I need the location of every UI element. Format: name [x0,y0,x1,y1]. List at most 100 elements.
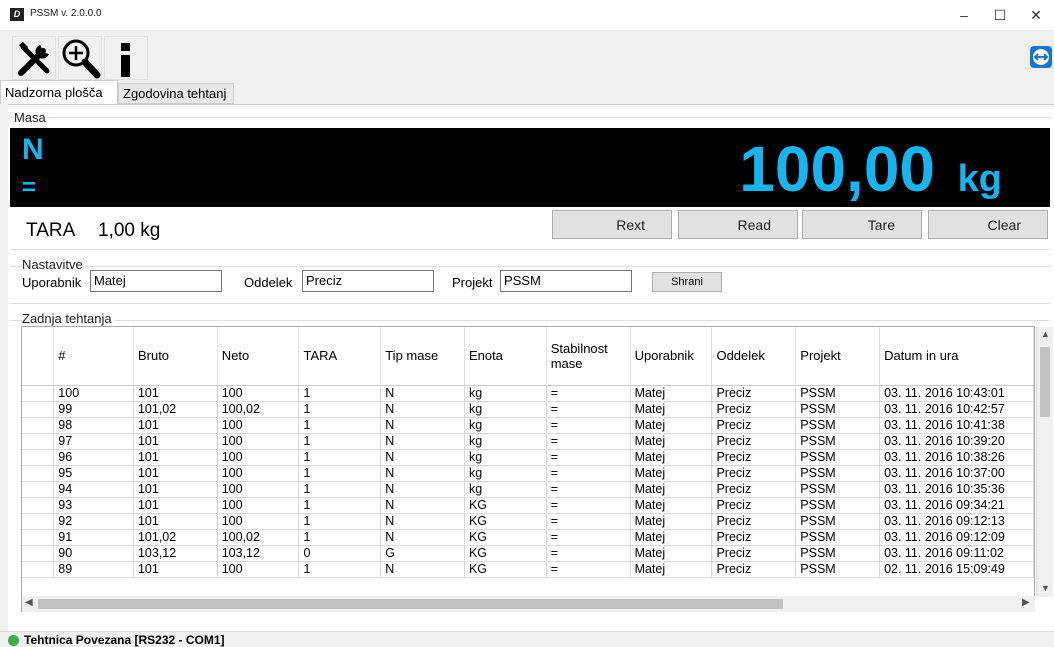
table-cell[interactable]: = [546,497,631,514]
table-cell[interactable]: 101 [133,513,218,530]
table-cell[interactable]: 1 [298,561,382,578]
table-cell[interactable]: 97 [53,433,134,450]
table-cell[interactable]: Preciz [711,513,797,530]
table-row[interactable]: 89 101 100 1 N KG = Matej Preciz PSSM 02. 11. 2016… [22,561,1034,578]
table-cell[interactable]: 100,02 [217,401,300,418]
row-header[interactable] [22,545,55,562]
table-cell[interactable]: 03. 11. 2016 10:37:00 [879,465,1034,482]
column-header[interactable]: Uporabnik [630,327,713,386]
table-cell[interactable]: Preciz [711,449,797,466]
table-cell[interactable]: 03. 11. 2016 10:41:38 [879,417,1034,434]
table-cell[interactable]: 03. 11. 2016 09:12:13 [879,513,1034,530]
maximize-button[interactable]: ☐ [982,0,1018,30]
table-row[interactable]: 95 101 100 1 Nkg = Matej Preciz PSSM 03. 11. 2016… [22,465,1034,482]
table-cell[interactable]: Preciz [711,529,797,546]
table-row[interactable]: 91 101,02 100,02 1 N KG = Matej Preciz PSSM 03. 11… [22,529,1034,546]
table-cell[interactable]: 1 [298,497,382,514]
table-cell[interactable]: N [380,417,465,434]
table-cell[interactable]: 1 [298,481,382,498]
table-cell[interactable]: 92 [53,513,134,530]
table-cell[interactable]: Preciz [711,465,797,482]
table-cell[interactable]: 101 [133,417,218,434]
table-cell[interactable]: Matej [630,465,713,482]
table-cell[interactable]: KG [464,513,547,530]
close-button[interactable]: ✕ [1018,0,1054,30]
table-cell[interactable]: Matej [630,497,713,514]
scroll-left-icon[interactable]: ◀ [25,597,33,608]
table-cell[interactable]: Matej [630,529,713,546]
table-cell[interactable]: 95 [53,465,134,482]
table-cell[interactable]: PSSM [795,433,881,450]
table-cell[interactable]: 1 [298,449,382,466]
table-cell[interactable]: = [546,561,631,578]
table-cell[interactable]: = [546,465,631,482]
table-cell[interactable]: 100 [217,385,300,402]
table-cell[interactable]: KG [464,561,547,578]
table-cell[interactable]: Preciz [711,433,797,450]
table-cell[interactable]: N [380,465,465,482]
user-input[interactable]: Matej [90,270,222,292]
column-header[interactable]: Enota [464,327,547,386]
column-header[interactable]: Bruto [133,327,218,386]
table-cell[interactable]: 94 [53,481,134,498]
table-cell[interactable]: 103,12 [217,545,300,562]
table-cell[interactable]: = [546,401,631,418]
table-cell[interactable]: 03. 11. 2016 09:12:09 [879,529,1034,546]
horizontal-scroll-thumb[interactable] [38,599,783,609]
tab-nadzorna-plosca[interactable]: Nadzorna plošča [0,80,118,104]
table-cell[interactable]: Matej [630,401,713,418]
info-button[interactable] [104,36,148,80]
table-cell[interactable]: Preciz [711,401,797,418]
scroll-down-icon[interactable]: ▼ [1041,583,1050,593]
table-cell[interactable]: 02. 11. 2016 15:09:49 [879,561,1034,578]
table-cell[interactable]: N [380,561,465,578]
column-header[interactable]: Stabilnost mase [546,327,631,386]
table-cell[interactable]: KG [464,545,547,562]
remote-connect-button[interactable] [1030,46,1052,68]
table-row[interactable]: 99 101,02 100,02 1 Nkg = Matej Preciz PSSM 03. 11… [22,401,1034,418]
table-cell[interactable]: Preciz [711,417,797,434]
table-cell[interactable]: = [546,433,631,450]
column-header[interactable]: # [53,327,134,386]
table-cell[interactable]: N [380,433,465,450]
table-cell[interactable]: 101,02 [133,529,218,546]
minimize-button[interactable]: – [946,0,982,30]
table-cell[interactable]: 101 [133,481,218,498]
table-cell[interactable]: 1 [298,417,382,434]
table-cell[interactable]: Matej [630,481,713,498]
table-cell[interactable]: 89 [53,561,134,578]
table-cell[interactable]: 100 [217,465,300,482]
read-button[interactable]: Read [678,210,798,239]
table-cell[interactable]: 0 [298,545,382,562]
table-cell[interactable]: 1 [298,433,382,450]
table-cell[interactable]: Preciz [711,561,797,578]
column-header[interactable]: Tip mase [380,327,465,386]
table-cell[interactable]: 100 [53,385,134,402]
table-cell[interactable]: kg [464,449,547,466]
table-cell[interactable]: 101 [133,497,218,514]
table-cell[interactable]: Matej [630,545,713,562]
project-input[interactable]: PSSM [500,270,632,292]
table-cell[interactable]: PSSM [795,497,881,514]
table-cell[interactable]: = [546,449,631,466]
table-cell[interactable]: Preciz [711,497,797,514]
table-cell[interactable]: 103,12 [133,545,218,562]
table-cell[interactable]: 1 [298,401,382,418]
table-cell[interactable]: N [380,449,465,466]
table-cell[interactable]: KG [464,529,547,546]
table-cell[interactable]: kg [464,433,547,450]
table-cell[interactable]: N [380,513,465,530]
table-cell[interactable]: Preciz [711,481,797,498]
horizontal-scrollbar[interactable]: ◀ ▶ [22,596,1035,612]
table-cell[interactable]: Preciz [711,545,797,562]
table-cell[interactable]: 100 [217,433,300,450]
table-cell[interactable]: 100 [217,513,300,530]
table-row[interactable]: 94 101 100 1 Nkg = Matej Preciz PSSM 03. 11. 2016… [22,481,1034,498]
row-header[interactable] [22,561,55,578]
table-cell[interactable]: Matej [630,561,713,578]
scroll-up-icon[interactable]: ▲ [1041,329,1050,339]
row-header[interactable] [22,433,55,450]
table-cell[interactable]: 101 [133,449,218,466]
rext-button[interactable]: Rext [552,210,672,239]
save-button[interactable]: Shrani [652,272,722,292]
